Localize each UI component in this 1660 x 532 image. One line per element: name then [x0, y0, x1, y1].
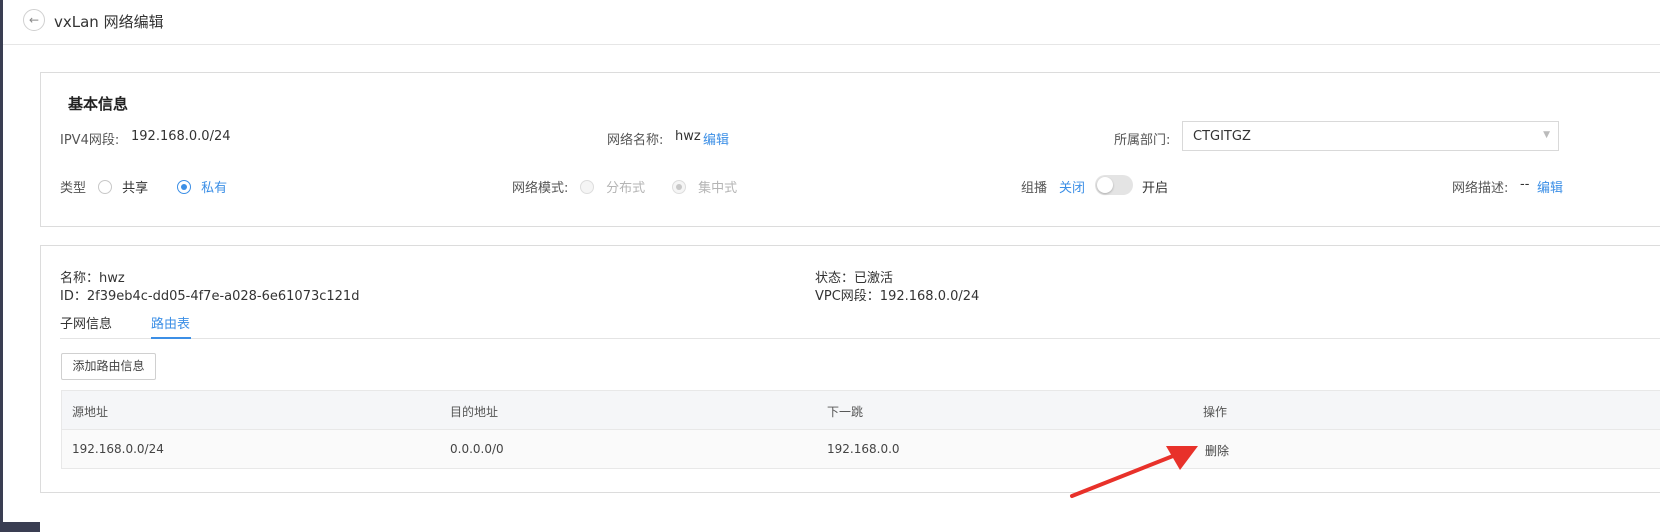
- ipv4-label: IPV4网段:: [60, 133, 120, 148]
- department-label: 所属部门:: [1114, 133, 1171, 148]
- cell-next-hop: 192.168.0.0: [827, 442, 900, 456]
- network-mode-label: 网络模式:: [512, 181, 569, 196]
- vpc-line: VPC网段：192.168.0.0/24: [815, 289, 980, 304]
- network-name-edit-link[interactable]: 编辑: [703, 129, 729, 148]
- sidebar-bottom-edge: [0, 522, 40, 532]
- network-desc-label: 网络描述:: [1452, 181, 1509, 196]
- mode-centralized-radio[interactable]: 集中式: [672, 177, 737, 196]
- column-header-next-hop: 下一跳: [827, 405, 864, 419]
- radio-checked-icon: [177, 180, 191, 194]
- toggle-switch-icon: [1095, 175, 1133, 195]
- delete-route-link[interactable]: 删除: [1205, 442, 1229, 459]
- arrow-left-icon[interactable]: ←: [23, 9, 45, 31]
- network-desc-edit-link[interactable]: 编辑: [1537, 177, 1563, 196]
- ipv4-value: 192.168.0.0/24: [131, 129, 231, 144]
- department-select[interactable]: CTGITGZ ▼: [1182, 121, 1559, 151]
- annotation-arrow-icon: [1070, 446, 1198, 498]
- page-header: ← vxLan 网络编辑: [3, 0, 1660, 45]
- tab-route-table[interactable]: 路由表: [151, 313, 190, 332]
- cell-source: 192.168.0.0/24: [72, 442, 164, 456]
- radio-disabled-checked-icon: [672, 180, 686, 194]
- id-line: ID：2f39eb4c-dd05-4f7e-a028-6e61073c121d: [60, 289, 360, 304]
- department-select-value: CTGITGZ: [1193, 129, 1251, 144]
- type-private-label: 私有: [201, 181, 228, 196]
- table-row: 192.168.0.0/24 0.0.0.0/0 192.168.0.0 删除: [61, 430, 1660, 469]
- status-line: 状态：已激活: [815, 271, 894, 286]
- type-shared-label: 共享: [122, 181, 149, 196]
- type-private-radio[interactable]: 私有: [177, 177, 227, 196]
- active-tab-indicator: [151, 337, 191, 339]
- route-table: 源地址 目的地址 下一跳 操作 192.168.0.0/24 0.0.0.0/0…: [61, 390, 1660, 469]
- column-header-action: 操作: [1203, 405, 1228, 419]
- network-name-value: hwz: [675, 129, 701, 144]
- mode-centralized-label: 集中式: [698, 181, 738, 196]
- multicast-on-label: 开启: [1142, 181, 1169, 196]
- column-header-source: 源地址: [72, 405, 109, 419]
- name-line: 名称：hwz: [60, 271, 125, 286]
- type-label: 类型: [60, 181, 87, 196]
- sidebar-edge: [0, 0, 3, 532]
- type-shared-radio[interactable]: 共享: [98, 177, 148, 196]
- tab-subnet-info[interactable]: 子网信息: [60, 313, 112, 332]
- mode-distributed-label: 分布式: [606, 181, 646, 196]
- column-header-destination: 目的地址: [450, 405, 499, 419]
- network-desc-value: --: [1520, 177, 1530, 192]
- multicast-label: 组播: [1021, 181, 1048, 196]
- tabs-divider: [60, 338, 1660, 339]
- multicast-off-label: 关闭: [1059, 181, 1086, 196]
- cell-destination: 0.0.0.0/0: [450, 442, 504, 456]
- section-title: 基本信息: [68, 95, 129, 113]
- chevron-down-icon: ▼: [1543, 130, 1550, 140]
- radio-unchecked-icon: [98, 180, 112, 194]
- network-name-label: 网络名称:: [607, 133, 664, 148]
- multicast-toggle[interactable]: [1095, 175, 1133, 195]
- page-title: vxLan 网络编辑: [54, 13, 164, 31]
- table-header-row: 源地址 目的地址 下一跳 操作: [61, 390, 1660, 430]
- add-route-button[interactable]: 添加路由信息: [61, 353, 156, 380]
- basic-info-card: 基本信息 IPV4网段: 192.168.0.0/24 网络名称: hwz 编辑…: [40, 72, 1660, 227]
- radio-disabled-icon: [580, 180, 594, 194]
- detail-card: 名称：hwz ID：2f39eb4c-dd05-4f7e-a028-6e6107…: [40, 245, 1660, 493]
- mode-distributed-radio[interactable]: 分布式: [580, 177, 645, 196]
